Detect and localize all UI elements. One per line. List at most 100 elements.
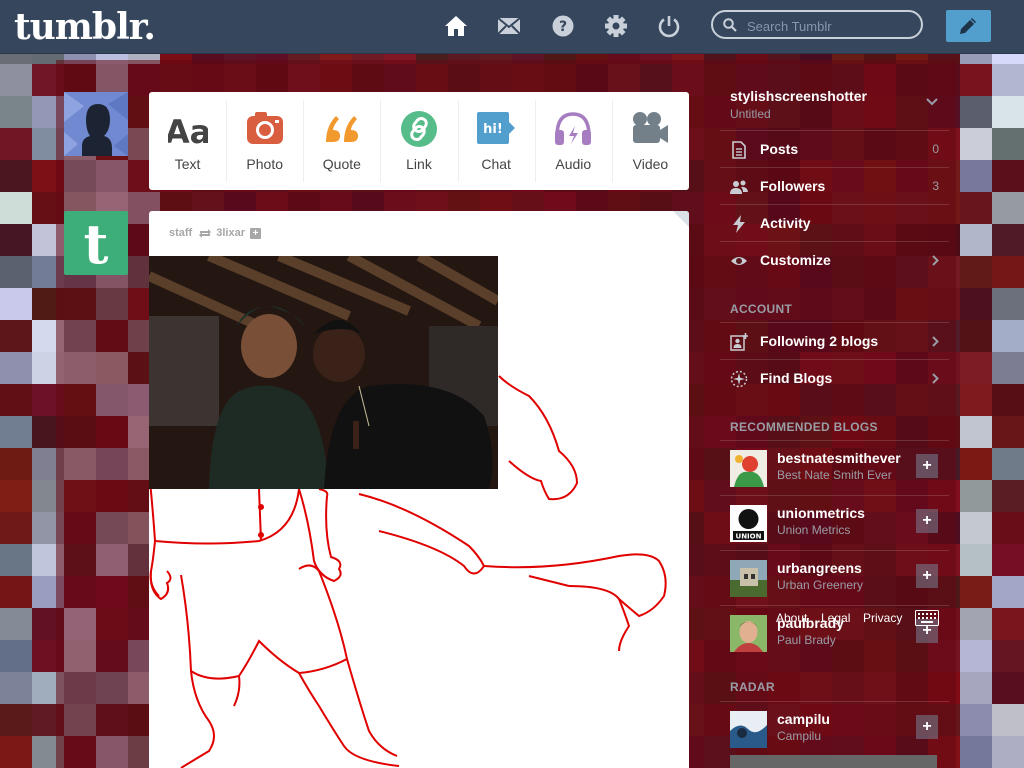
- mosaic-tile: [992, 384, 1024, 416]
- mosaic-tile: [992, 256, 1024, 288]
- blog-title: Untitled: [730, 107, 771, 121]
- mosaic-tile: [992, 704, 1024, 736]
- help-icon[interactable]: ?: [551, 14, 575, 38]
- post-photo[interactable]: [149, 256, 498, 489]
- post-header: staff 3lixar +: [169, 227, 261, 239]
- mosaic-tile: [960, 64, 992, 96]
- plus-icon: +: [922, 512, 932, 529]
- radar-heading: RADAR: [730, 680, 775, 694]
- keyboard-icon[interactable]: [915, 610, 939, 626]
- recommended-blog-item[interactable]: urbangreens Urban Greenery +: [720, 550, 949, 605]
- logout-icon[interactable]: [657, 14, 681, 38]
- mosaic-tile: [0, 704, 32, 736]
- follow-blog-button[interactable]: +: [916, 454, 938, 478]
- mosaic-tile: [960, 160, 992, 192]
- sidebar-item-find-blogs[interactable]: Find Blogs: [720, 359, 949, 396]
- mosaic-tile: [992, 576, 1024, 608]
- headphones-icon: [555, 112, 592, 145]
- mosaic-tile: [0, 640, 32, 672]
- plus-icon: +: [922, 457, 932, 474]
- tumblr-logo[interactable]: tumblr.: [14, 6, 156, 48]
- post-type-video[interactable]: Video: [611, 92, 689, 190]
- post-type-label: Audio: [555, 156, 592, 172]
- mosaic-tile: [992, 448, 1024, 480]
- post-type-label: Quote: [322, 156, 361, 172]
- recommended-blog-item[interactable]: bestnatesmithever Best Nate Smith Ever +: [720, 440, 949, 495]
- privacy-link[interactable]: Privacy: [863, 611, 902, 625]
- find-blogs-icon: [730, 370, 748, 388]
- quote-icon: [325, 116, 358, 142]
- silhouette-avatar-icon: [64, 92, 128, 156]
- mosaic-tile: [960, 384, 992, 416]
- radar-blog-item[interactable]: campilu Campilu +: [720, 701, 949, 756]
- search-box[interactable]: [711, 10, 923, 39]
- mosaic-tile: [960, 320, 992, 352]
- blog-name[interactable]: stylishscreenshotter: [730, 88, 867, 104]
- followers-icon: [730, 180, 748, 194]
- mosaic-tile: [992, 640, 1024, 672]
- mosaic-tile: [960, 128, 992, 160]
- mosaic-tile: [992, 672, 1024, 704]
- search-input[interactable]: [745, 16, 919, 36]
- follow-blog-button[interactable]: +: [916, 509, 938, 533]
- blog-title: Urban Greenery: [777, 578, 864, 592]
- post-type-label: Chat: [481, 156, 511, 172]
- mosaic-tile: [0, 512, 32, 544]
- recommended-blog-item[interactable]: UNION unionmetrics Union Metrics +: [720, 495, 949, 550]
- mosaic-tile: [992, 160, 1024, 192]
- post-type-photo[interactable]: Photo: [226, 92, 303, 190]
- mosaic-tile: [960, 288, 992, 320]
- mosaic-tile: [992, 544, 1024, 576]
- sidebar-item-followers[interactable]: Followers 3: [720, 167, 949, 204]
- camera-icon: [246, 112, 283, 144]
- inbox-icon[interactable]: [497, 14, 521, 38]
- mosaic-tile: [960, 576, 992, 608]
- mosaic-tile: [992, 288, 1024, 320]
- compose-button[interactable]: [946, 10, 991, 42]
- about-link[interactable]: About: [776, 611, 807, 625]
- sidebar-item-label: Activity: [760, 215, 811, 231]
- post-type-chat[interactable]: hi! Chat: [457, 92, 535, 190]
- mosaic-tile: [992, 352, 1024, 384]
- home-icon[interactable]: [444, 14, 468, 38]
- settings-icon[interactable]: [604, 14, 628, 38]
- mosaic-tile: [0, 544, 32, 576]
- post-corner-fold: [673, 211, 689, 227]
- sidebar-item-following[interactable]: Following 2 blogs: [720, 322, 949, 359]
- blog-avatar: [730, 450, 767, 487]
- mosaic-tile: [960, 416, 992, 448]
- post-type-link[interactable]: Link: [380, 92, 457, 190]
- eye-icon: [731, 257, 747, 265]
- posts-icon: [732, 141, 746, 159]
- follow-blog-button[interactable]: +: [916, 715, 938, 739]
- blog-name: unionmetrics: [777, 505, 865, 521]
- post-type-text[interactable]: Aa Text: [149, 92, 226, 190]
- sidebar-item-customize[interactable]: Customize: [720, 241, 949, 278]
- plus-icon[interactable]: +: [249, 227, 261, 239]
- chevron-down-icon[interactable]: [926, 98, 938, 106]
- mosaic-tile: [960, 608, 992, 640]
- sidebar-item-activity[interactable]: Activity: [720, 204, 949, 241]
- post-type-audio[interactable]: Audio: [534, 92, 612, 190]
- plus-icon: +: [922, 718, 932, 735]
- blog-avatar: UNION: [730, 505, 767, 542]
- svg-text:t: t: [84, 212, 109, 275]
- reblogged-from-link[interactable]: 3lixar: [216, 227, 245, 239]
- mosaic-tile: [0, 96, 32, 128]
- mosaic-tile: [0, 416, 32, 448]
- post-type-quote[interactable]: Quote: [303, 92, 380, 190]
- radar-post-preview[interactable]: [730, 755, 937, 768]
- mosaic-tile: [0, 608, 32, 640]
- follow-blog-button[interactable]: +: [916, 564, 938, 588]
- post-type-label: Photo: [246, 156, 283, 172]
- post-author-link[interactable]: staff: [169, 227, 192, 239]
- staff-avatar[interactable]: t: [64, 211, 128, 276]
- link-icon: [400, 111, 437, 147]
- blog-title: Campilu: [777, 729, 822, 743]
- user-avatar[interactable]: [64, 92, 128, 156]
- mosaic-tile: [992, 608, 1024, 640]
- post-type-label: Text: [174, 156, 201, 172]
- legal-link[interactable]: Legal: [821, 611, 850, 625]
- sidebar-item-posts[interactable]: Posts 0: [720, 130, 949, 167]
- reblog-icon: [199, 228, 212, 238]
